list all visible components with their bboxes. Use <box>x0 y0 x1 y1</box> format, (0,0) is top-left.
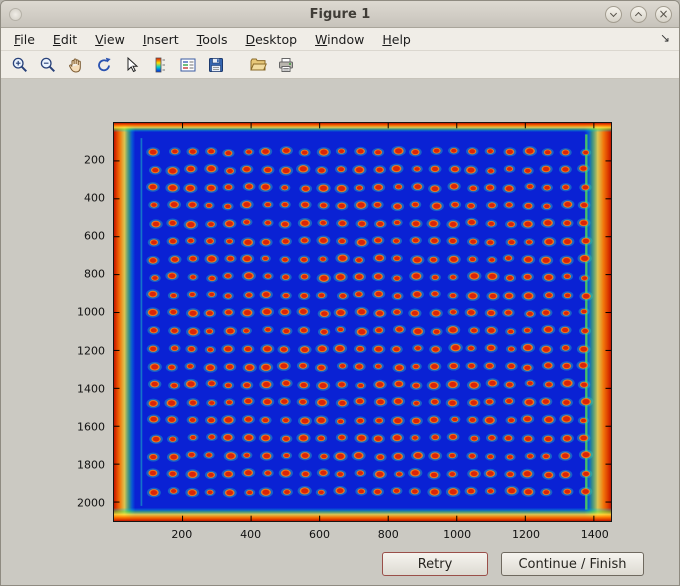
figure-toolbar <box>1 51 679 79</box>
chevron-down-icon <box>609 9 618 17</box>
window-title: Figure 1 <box>309 6 371 22</box>
save-figure-icon[interactable] <box>203 53 228 76</box>
insert-colorbar-icon[interactable] <box>147 53 172 76</box>
y-tick-label: 1800 <box>77 458 105 472</box>
minimize-button[interactable] <box>605 5 622 23</box>
plate-image-axes[interactable] <box>113 122 612 522</box>
continue-finish-button[interactable]: Continue / Finish <box>501 552 644 576</box>
zoom-in-icon[interactable] <box>7 53 32 76</box>
axes-wrap: 200 400 600 800 1000 1200 1400 1600 1800 2000 200 4… <box>77 122 612 541</box>
zoom-out-icon[interactable] <box>35 53 60 76</box>
y-tick-label: 200 <box>84 153 105 167</box>
menu-tools[interactable]: Tools <box>188 30 237 49</box>
x-tick-label: 1000 <box>443 528 472 541</box>
menu-desktop[interactable]: Desktop <box>236 30 306 49</box>
retry-button[interactable]: Retry <box>382 552 488 576</box>
insert-legend-icon[interactable] <box>175 53 200 76</box>
y-tick-label: 1600 <box>77 420 105 434</box>
x-tick-label: 1400 <box>580 528 609 541</box>
menu-view[interactable]: View <box>86 30 134 49</box>
plate-image <box>114 123 611 521</box>
x-tick-label: 400 <box>240 528 262 541</box>
x-tick-label: 200 <box>171 528 193 541</box>
data-cursor-icon[interactable] <box>119 53 144 76</box>
dock-figure-icon[interactable]: ↘ <box>660 31 670 45</box>
chevron-up-icon <box>634 11 643 19</box>
figure-canvas: 200 400 600 800 1000 1200 1400 1600 1800 2000 200 4… <box>1 80 679 585</box>
maximize-button[interactable] <box>630 5 647 23</box>
x-tick-label: 800 <box>377 528 399 541</box>
menu-edit[interactable]: Edit <box>44 30 86 49</box>
y-tick-label: 1000 <box>77 305 105 319</box>
x-tick-label: 1200 <box>511 528 540 541</box>
menu-window[interactable]: Window <box>306 30 373 49</box>
y-tick-label: 600 <box>84 229 105 243</box>
pan-hand-icon[interactable] <box>63 53 88 76</box>
y-tick-label: 400 <box>84 191 105 205</box>
y-tick-label: 2000 <box>77 496 105 510</box>
titlebar: Figure 1 × <box>1 1 679 28</box>
menu-file[interactable]: File <box>5 30 44 49</box>
y-tick-label: 1200 <box>77 344 105 358</box>
open-file-icon[interactable] <box>245 53 270 76</box>
close-icon: × <box>658 6 669 21</box>
window-menu-icon[interactable] <box>9 7 22 21</box>
y-tick-label: 800 <box>84 267 105 281</box>
close-button[interactable]: × <box>655 5 672 23</box>
menu-insert[interactable]: Insert <box>134 30 188 49</box>
rotate-3d-icon[interactable] <box>91 53 116 76</box>
window-controls: × <box>605 5 672 23</box>
menubar: File Edit View Insert Tools Desktop Wind… <box>1 28 679 51</box>
y-tick-label: 1400 <box>77 382 105 396</box>
x-tick-label: 600 <box>308 528 330 541</box>
print-figure-icon[interactable] <box>273 53 298 76</box>
figure-window: Figure 1 × File Edit View Insert Tools D… <box>0 0 680 586</box>
menu-help[interactable]: Help <box>373 30 420 49</box>
